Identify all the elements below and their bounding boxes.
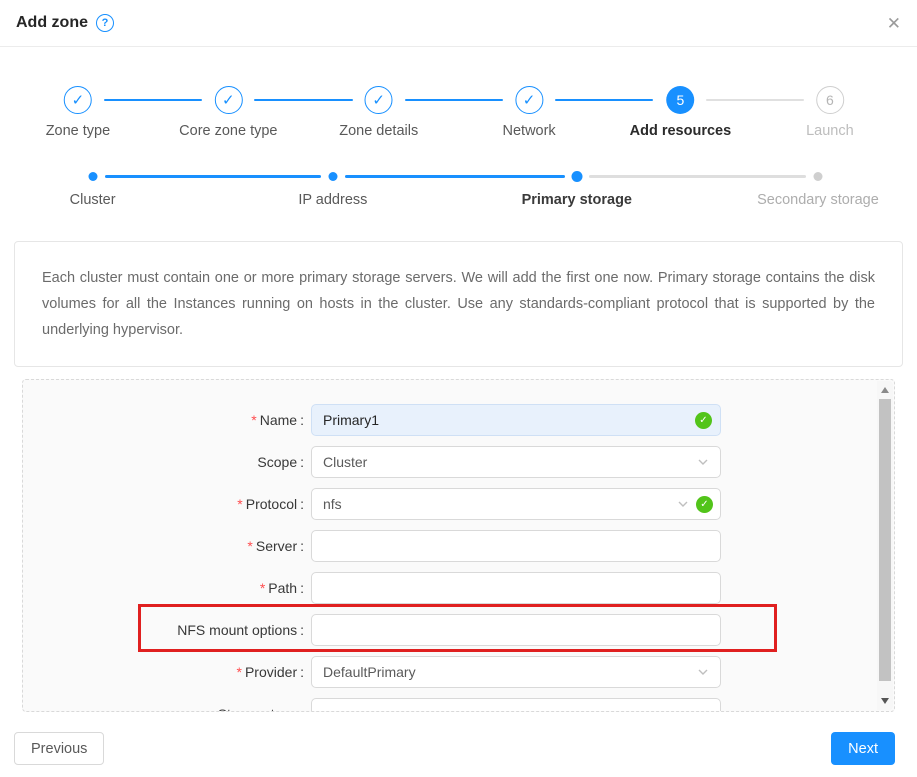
step-check-icon: ✓ bbox=[515, 86, 543, 114]
help-icon[interactable]: ? bbox=[96, 14, 114, 32]
required-marker: * bbox=[260, 580, 265, 596]
step-check-icon: ✓ bbox=[214, 86, 242, 114]
form-scrollbar[interactable] bbox=[877, 381, 893, 710]
nfs-mount-options-label: NFS mount options: bbox=[23, 622, 304, 638]
provider-select[interactable]: DefaultPrimary bbox=[311, 656, 721, 688]
protocol-label: *Protocol: bbox=[23, 496, 304, 512]
required-marker: * bbox=[237, 664, 242, 680]
scope-select[interactable]: Cluster bbox=[311, 446, 721, 478]
substep-label-secondary-storage: Secondary storage bbox=[757, 192, 879, 208]
primary-storage-description: Each cluster must contain one or more pr… bbox=[14, 241, 903, 367]
protocol-select[interactable]: nfs bbox=[311, 488, 721, 520]
step-label: Add resources bbox=[630, 123, 732, 139]
provider-label: *Provider: bbox=[23, 664, 304, 680]
step-label: Zone details bbox=[339, 123, 418, 139]
scrollbar-thumb[interactable] bbox=[879, 399, 891, 681]
required-marker: * bbox=[247, 538, 252, 554]
step-check-icon: ✓ bbox=[365, 86, 393, 114]
form-row-provider: *Provider: DefaultPrimary bbox=[23, 656, 894, 688]
server-input[interactable] bbox=[311, 530, 721, 562]
form-row-path: *Path: bbox=[23, 572, 894, 604]
form-row-scope: Scope: Cluster bbox=[23, 446, 894, 478]
form-row-name: *Name: ✓ bbox=[23, 404, 894, 436]
form-row-protocol: *Protocol: nfs ✓ bbox=[23, 488, 894, 520]
next-button[interactable]: Next bbox=[831, 732, 895, 765]
substep-connector bbox=[589, 175, 806, 178]
step-core-zone-type: ✓ Core zone type bbox=[179, 86, 277, 139]
scrollbar-up-arrow-icon[interactable] bbox=[881, 387, 889, 393]
substep-dot-secondary-storage bbox=[813, 172, 822, 181]
form-row-nfs-mount-options: NFS mount options: bbox=[23, 614, 894, 646]
step-zone-details: ✓ Zone details bbox=[339, 86, 418, 139]
close-icon[interactable]: ✕ bbox=[887, 15, 901, 32]
step-launch: 6 Launch bbox=[806, 86, 854, 139]
form-scroll-area: *Name: ✓ Scope: Cluster *Protocol: nfs bbox=[23, 380, 894, 712]
step-network: ✓ Network bbox=[503, 86, 556, 139]
path-input[interactable] bbox=[311, 572, 721, 604]
substep-dot-cluster bbox=[88, 172, 97, 181]
wizard-stepper: ✓ Zone type ✓ Core zone type ✓ Zone deta… bbox=[0, 86, 917, 144]
step-zone-type: ✓ Zone type bbox=[46, 86, 111, 139]
form-row-storage-tags: Storage tags: bbox=[23, 698, 894, 712]
substep-dot-ip-address bbox=[328, 172, 337, 181]
name-label: *Name: bbox=[23, 412, 304, 428]
substep-label-cluster: Cluster bbox=[70, 192, 116, 208]
required-marker: * bbox=[251, 412, 256, 428]
valid-check-icon: ✓ bbox=[696, 496, 713, 513]
resources-substepper: Cluster IP address Primary storage Secon… bbox=[0, 168, 917, 214]
step-add-resources: 5 Add resources bbox=[630, 86, 732, 139]
step-label: Launch bbox=[806, 123, 854, 139]
previous-button[interactable]: Previous bbox=[14, 732, 104, 765]
form-row-server: *Server: bbox=[23, 530, 894, 562]
storage-tags-input[interactable] bbox=[311, 698, 721, 712]
substep-label-ip-address: IP address bbox=[298, 192, 367, 208]
step-label: Core zone type bbox=[179, 123, 277, 139]
primary-storage-form-panel: *Name: ✓ Scope: Cluster *Protocol: nfs bbox=[22, 379, 895, 712]
substep-connector bbox=[105, 175, 321, 178]
substep-connector bbox=[345, 175, 565, 178]
server-label: *Server: bbox=[23, 538, 304, 554]
storage-tags-label: Storage tags: bbox=[23, 706, 304, 712]
step-label: Network bbox=[503, 123, 556, 139]
step-number: 5 bbox=[666, 86, 694, 114]
required-marker: * bbox=[237, 496, 242, 512]
page-title: Add zone bbox=[16, 14, 88, 32]
step-label: Zone type bbox=[46, 123, 111, 139]
name-input[interactable] bbox=[311, 404, 721, 436]
dialog-footer: Previous Next bbox=[14, 732, 895, 765]
substep-dot-primary-storage bbox=[571, 171, 582, 182]
nfs-mount-options-input[interactable] bbox=[311, 614, 721, 646]
step-number: 6 bbox=[816, 86, 844, 114]
scrollbar-down-arrow-icon[interactable] bbox=[881, 698, 889, 704]
step-connector bbox=[405, 99, 503, 101]
path-label: *Path: bbox=[23, 580, 304, 596]
substep-label-primary-storage: Primary storage bbox=[522, 192, 632, 208]
dialog-header: Add zone ? ✕ bbox=[0, 0, 917, 47]
scope-label: Scope: bbox=[23, 454, 304, 470]
step-check-icon: ✓ bbox=[64, 86, 92, 114]
valid-check-icon: ✓ bbox=[695, 412, 712, 429]
